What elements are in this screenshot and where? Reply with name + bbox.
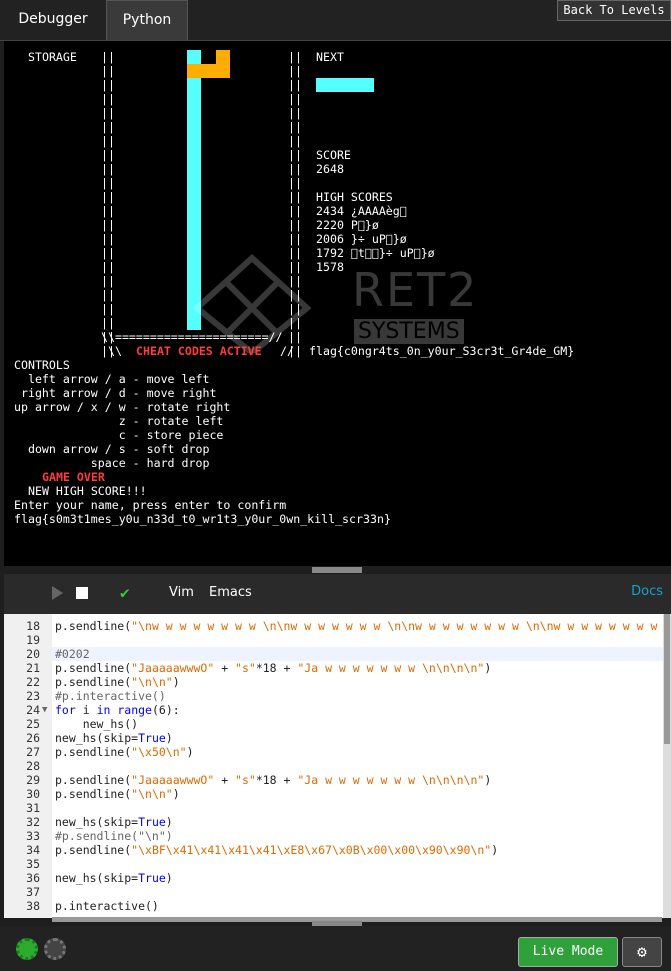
control-line: down arrow / s - soft drop: [14, 442, 210, 456]
score-label: SCORE: [316, 148, 351, 162]
game-terminal: STORAGE || || || || || || || || || || ||…: [4, 41, 671, 566]
orange-piece-left: [187, 64, 201, 78]
line-number: 26: [26, 731, 40, 745]
panel-resize-handle[interactable]: [312, 567, 362, 573]
floor-right-slash: //: [280, 344, 294, 358]
line-number: 23: [26, 689, 40, 703]
line-number: 33: [26, 829, 40, 843]
top-tab-bar: Debugger Python Back To Levels: [0, 0, 671, 41]
editor-vertical-scrollbar[interactable]: [663, 614, 671, 918]
fold-arrow-icon[interactable]: ▼: [42, 705, 47, 715]
vim-mode-button[interactable]: Vim: [169, 585, 194, 600]
code-line[interactable]: p.sendline("\nw w w w w w w w \n\nw w w …: [55, 619, 663, 633]
green-gear-icon[interactable]: [16, 938, 38, 960]
line-number: 34: [26, 843, 40, 857]
code-line[interactable]: p.sendline("\n\n"): [55, 787, 180, 801]
line-number: 24: [26, 703, 40, 717]
line-number: 35: [26, 857, 40, 871]
code-line[interactable]: p.sendline("\n\n"): [55, 675, 180, 689]
code-line[interactable]: p.sendline("JaaaaawwwO" + "s"*18 + "Ja w…: [55, 661, 491, 675]
game-over: GAME OVER: [42, 470, 105, 484]
current-line-highlight: [52, 647, 663, 661]
line-number: 20: [26, 647, 40, 661]
score-value: 2648: [316, 162, 344, 176]
high-score-row: 2434 ¿AAAAèg : [316, 204, 407, 218]
flag-1: flag{c0ngr4ts_0n_y0ur_S3cr3t_Gr4de_GM}: [309, 344, 575, 358]
code-line[interactable]: p.sendline("\xBF\x41\x41\x41\x41\xE8\x67…: [55, 843, 498, 857]
line-number: 30: [26, 787, 40, 801]
high-score-row: 2220 P }ø: [316, 218, 379, 232]
check-icon[interactable]: ✔: [120, 583, 130, 602]
stop-icon[interactable]: [76, 587, 88, 599]
control-line: left arrow / a - move left: [14, 372, 210, 386]
line-number: 25: [26, 717, 40, 731]
watermark-systems: SYSTEMS: [354, 319, 464, 344]
line-number: 19: [26, 633, 40, 647]
play-icon[interactable]: [52, 586, 63, 600]
control-line: space - hard drop: [14, 456, 210, 470]
new-high-score: NEW HIGH SCORE!!!: [28, 484, 147, 498]
code-line[interactable]: new_hs(skip=True): [55, 871, 173, 885]
code-line[interactable]: new_hs(skip=True): [55, 731, 173, 745]
code-line[interactable]: new_hs(skip=True): [55, 815, 173, 829]
ret2-logo-watermark: RET2 SYSTEMS: [182, 253, 476, 357]
code-line[interactable]: new_hs(): [55, 717, 138, 731]
high-score-row: 1792  t  }÷ uP }ø: [316, 246, 435, 260]
line-number: 31: [26, 801, 40, 815]
code-line[interactable]: p.interactive(): [55, 899, 159, 913]
line-number: 21: [26, 661, 40, 675]
scrollbar-thumb[interactable]: [664, 614, 670, 744]
orange-piece-bottom: [201, 64, 230, 78]
code-line[interactable]: #p.sendline("\n"): [55, 829, 173, 843]
high-scores-label: HIGH SCORES: [316, 190, 393, 204]
docs-link[interactable]: Docs: [631, 584, 663, 599]
code-line[interactable]: #p.interactive(): [55, 689, 166, 703]
control-line: up arrow / x / w - rotate right: [14, 400, 231, 414]
line-number: 38: [26, 899, 40, 913]
controls-title: CONTROLS: [14, 358, 70, 372]
line-number: 27: [26, 745, 40, 759]
cheat-codes-active: CHEAT CODES ACTIVE: [136, 344, 262, 358]
control-line: c - store piece: [14, 428, 224, 442]
control-line: z - rotate left: [14, 414, 224, 428]
editor-toolbar: ✔ Vim Emacs Docs: [4, 574, 671, 614]
orange-piece-top: [216, 50, 230, 64]
code-line[interactable]: for i in range(6):: [55, 703, 180, 717]
storage-label: STORAGE: [28, 50, 77, 64]
high-score-row: 2006 }÷ uP }ø: [316, 232, 407, 246]
next-piece: [316, 78, 374, 92]
enter-name-prompt: Enter your name, press enter to confirm: [14, 498, 287, 512]
next-label: NEXT: [316, 50, 344, 64]
line-number: 22: [26, 675, 40, 689]
gray-gear-icon[interactable]: [44, 938, 66, 960]
code-line[interactable]: #0202: [55, 647, 90, 661]
floor-left-slash: \\: [108, 344, 122, 358]
settings-gear-icon[interactable]: ⚙: [622, 937, 662, 967]
watermark-ret2: RET2: [352, 263, 479, 317]
emacs-mode-button[interactable]: Emacs: [209, 585, 252, 600]
code-line[interactable]: p.sendline("\x50\n"): [55, 745, 194, 759]
control-line: right arrow / d - move right: [14, 386, 217, 400]
line-number: 28: [26, 759, 40, 773]
live-mode-button[interactable]: Live Mode: [518, 937, 618, 967]
left-wall: || || || || || || || || || || || || || |…: [101, 50, 115, 358]
line-number: 18: [26, 619, 40, 633]
tab-debugger[interactable]: Debugger: [0, 0, 106, 38]
line-number: 29: [26, 773, 40, 787]
line-number: 37: [26, 885, 40, 899]
line-number: 32: [26, 815, 40, 829]
flag-2: flag{s0m3t1mes_y0u_n33d_t0_wr1t3_y0ur_0w…: [14, 512, 391, 526]
code-editor[interactable]: 18 p.sendline("\nw w w w w w w w \n\nw w …: [4, 614, 663, 918]
tab-python[interactable]: Python: [106, 0, 188, 40]
code-line[interactable]: p.sendline("JaaaaawwwO" + "s"*18 + "Ja w…: [55, 773, 491, 787]
back-to-levels-button[interactable]: Back To Levels: [557, 0, 671, 21]
line-number: 36: [26, 871, 40, 885]
high-score-row: 1578: [316, 260, 344, 274]
